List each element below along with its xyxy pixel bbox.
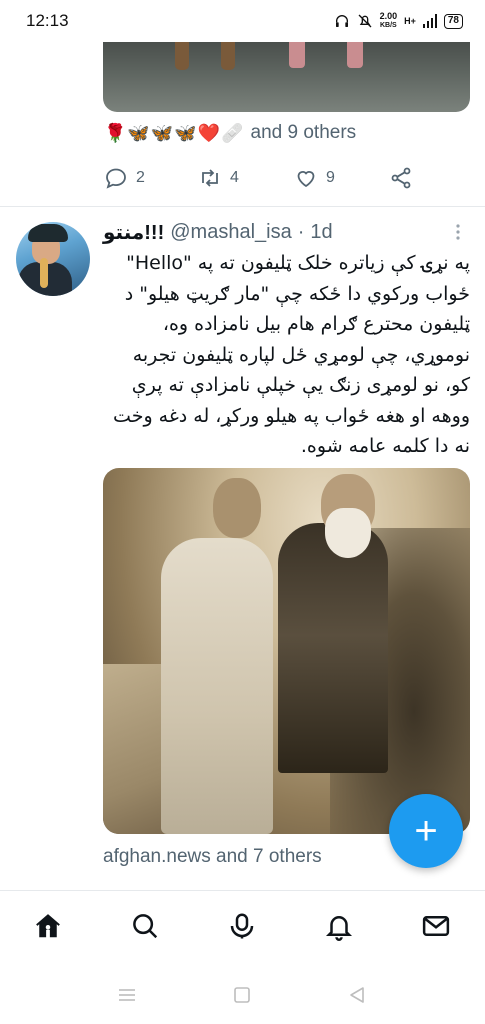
status-bar: 12:13 2.00 KB/S H+ 78 [0, 0, 485, 42]
separator-dot: · [297, 221, 305, 243]
tweet-time: 1d [310, 221, 333, 243]
photo-detail [278, 523, 388, 773]
reactions-others: and 9 others [250, 122, 357, 143]
image-detail [347, 42, 363, 68]
previous-tweet-image[interactable] [103, 42, 470, 112]
notifications-icon [325, 916, 353, 941]
messages-icon [422, 916, 450, 936]
reaction-emoji: 🦋 [150, 122, 174, 143]
retweet-count: 4 [230, 169, 239, 186]
reactions-row[interactable]: 🌹 🦋 🦋 🦋 ❤️ 🩹 and 9 others [104, 122, 356, 144]
avatar[interactable] [16, 222, 90, 296]
spaces-icon [230, 913, 254, 939]
nav-search[interactable] [128, 909, 162, 943]
compose-plus-icon: + [414, 808, 438, 853]
share-icon [391, 167, 411, 189]
avatar-detail [28, 224, 68, 242]
tweet-header: منتو!!! @mashal_isa · 1d [103, 220, 443, 245]
reply-icon [106, 168, 126, 189]
bottom-nav [0, 890, 485, 966]
tweet-text: په نړۍ کې زیاتره خلک ټلیفون ته په "Hello… [113, 252, 470, 457]
network-speed: 2.00 KB/S [380, 12, 398, 30]
net-speed-unit: KB/S [379, 22, 397, 29]
like-button[interactable]: 9 [294, 166, 335, 190]
home-icon [36, 914, 60, 938]
image-detail [175, 42, 189, 70]
retweet-button[interactable]: 4 [198, 166, 239, 190]
status-time: 12:13 [26, 11, 69, 30]
photo-detail [213, 478, 261, 538]
signal-label: H+ [404, 16, 416, 26]
reply-count: 2 [136, 169, 145, 186]
nav-messages[interactable] [419, 909, 453, 943]
retweet-icon [202, 169, 218, 187]
tweet-photo[interactable] [103, 468, 470, 834]
like-count: 9 [326, 169, 335, 186]
net-speed-value: 2.00 [379, 11, 398, 21]
reaction-emoji: 🦋 [174, 122, 197, 143]
nav-spaces[interactable] [225, 909, 259, 943]
more-options-icon[interactable] [448, 222, 468, 242]
search-icon [133, 914, 158, 939]
mute-icon [358, 14, 372, 28]
user-handle[interactable]: @mashal_isa [170, 221, 291, 244]
nav-notifications[interactable] [322, 909, 356, 943]
back-icon[interactable] [346, 984, 368, 1006]
image-detail [221, 42, 235, 70]
reaction-emoji: 🌹 [104, 122, 127, 143]
compose-tweet-button[interactable]: + [389, 794, 463, 868]
share-button[interactable] [389, 166, 413, 190]
heart-icon [297, 171, 315, 188]
status-icons: 2.00 KB/S H+ 78 [334, 12, 463, 30]
avatar-detail [40, 258, 48, 288]
home-button-icon[interactable] [231, 984, 253, 1006]
tweet-actions: 2 4 9 [104, 162, 414, 194]
reaction-emoji: ❤️ [197, 122, 221, 143]
reply-button[interactable]: 2 [104, 166, 145, 190]
nav-home[interactable] [31, 909, 65, 943]
reaction-emoji: 🦋 [127, 122, 150, 143]
signal-icon [422, 14, 437, 28]
recent-apps-icon[interactable] [116, 984, 138, 1006]
headphones-icon [335, 15, 348, 27]
system-nav-bar [0, 966, 485, 1024]
reaction-emoji: 🩹 [221, 122, 244, 143]
display-name[interactable]: منتو!!! [103, 220, 164, 245]
photo-detail [161, 538, 273, 834]
photo-tags[interactable]: afghan.news and 7 others [103, 846, 322, 868]
battery-indicator: 78 [443, 13, 463, 29]
image-detail [289, 42, 305, 68]
tweet-divider [0, 206, 485, 207]
photo-detail [325, 508, 371, 558]
